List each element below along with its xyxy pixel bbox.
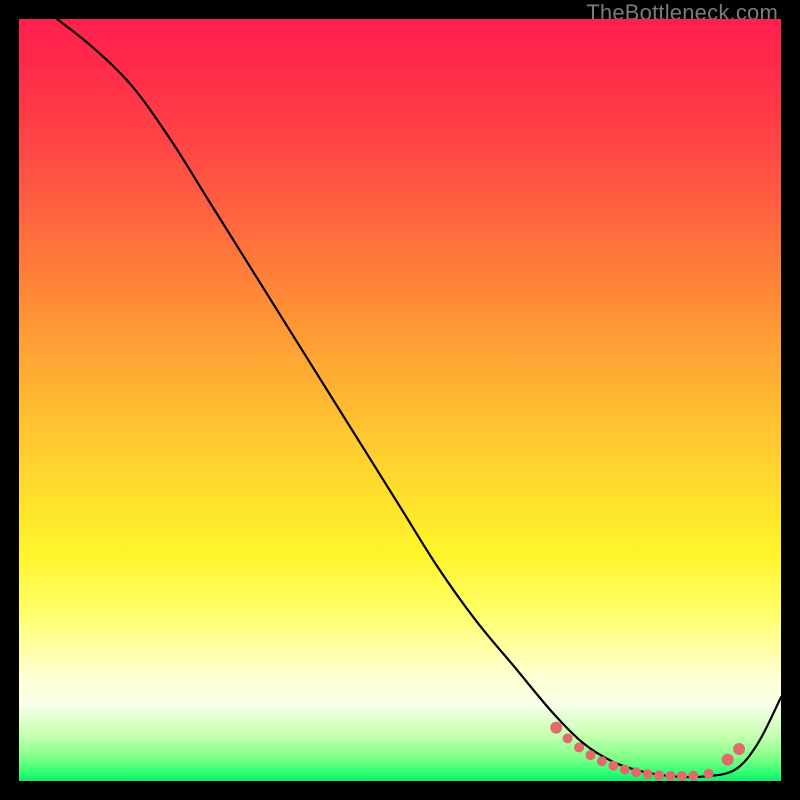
marker-dot — [722, 754, 734, 766]
marker-dot — [597, 756, 607, 766]
marker-dot — [704, 769, 714, 779]
marker-dot — [620, 765, 630, 775]
marker-dot — [608, 761, 618, 771]
marker-dot — [550, 722, 562, 734]
marker-dot — [666, 771, 676, 781]
main-curve — [57, 19, 781, 777]
marker-dot — [654, 770, 664, 780]
marker-dot — [643, 769, 653, 779]
marker-dot — [688, 771, 698, 781]
marker-dot — [563, 733, 573, 743]
chart-frame: TheBottleneck.com — [0, 0, 800, 800]
marker-dot — [574, 742, 584, 752]
plot-area — [19, 19, 781, 781]
marker-dot — [733, 743, 745, 755]
marker-dot — [677, 771, 687, 781]
marker-dots — [550, 722, 745, 781]
marker-dot — [631, 767, 641, 777]
curve-layer — [19, 19, 781, 781]
marker-dot — [586, 750, 596, 760]
